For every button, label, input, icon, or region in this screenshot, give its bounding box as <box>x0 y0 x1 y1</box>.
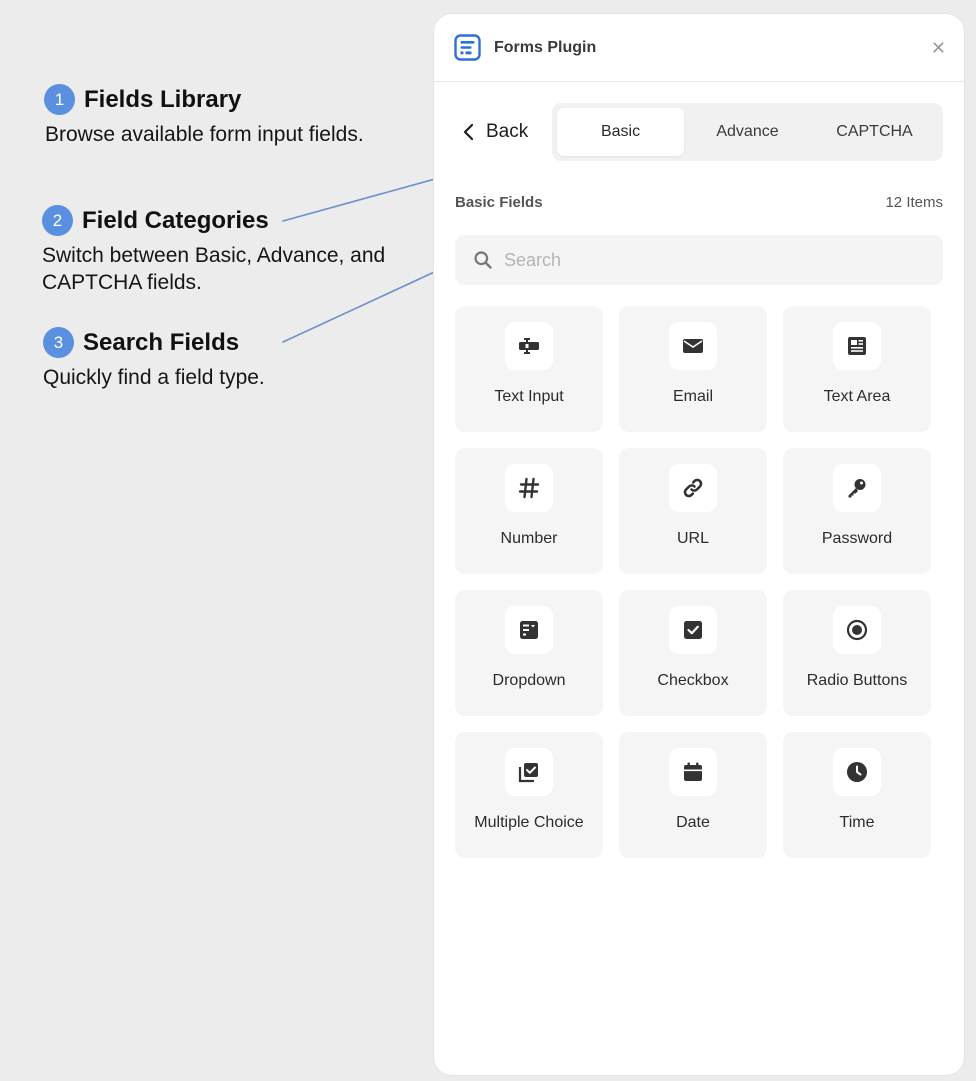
field-label: Text Area <box>823 388 891 405</box>
forms-plugin-panel: Forms Plugin ✕ Back Basic Advance CAPTCH… <box>434 14 964 1075</box>
screen: 1 Fields Library Browse available form i… <box>0 0 976 1081</box>
section-title: Basic Fields <box>455 193 543 211</box>
annotation-search-fields: 3 Search Fields Quickly find a field typ… <box>43 327 363 391</box>
clock-icon <box>833 748 881 796</box>
annotation-description: Switch between Basic, Advance, and CAPTC… <box>42 244 386 294</box>
field-card-dropdown[interactable]: Dropdown <box>455 590 603 716</box>
field-label: Time <box>839 814 875 831</box>
field-label: Date <box>676 814 710 831</box>
field-card-date[interactable]: Date <box>619 732 767 858</box>
item-count: 12 Items <box>885 193 943 211</box>
step-badge: 2 <box>42 205 73 236</box>
back-button[interactable]: Back <box>455 121 552 143</box>
field-label: Number <box>500 530 558 547</box>
field-card-text-area[interactable]: Text Area <box>783 306 931 432</box>
field-card-multiple-choice[interactable]: Multiple Choice <box>455 732 603 858</box>
search-input[interactable] <box>504 249 884 271</box>
field-card-radio-buttons[interactable]: Radio Buttons <box>783 590 931 716</box>
field-label: Radio Buttons <box>806 672 908 689</box>
field-card-url[interactable]: URL <box>619 448 767 574</box>
category-tabs: Basic Advance CAPTCHA <box>552 103 943 161</box>
chevron-left-icon <box>463 123 474 141</box>
field-label: Email <box>672 388 713 405</box>
hash-icon <box>505 464 553 512</box>
back-label: Back <box>486 121 529 142</box>
multiple-choice-icon <box>505 748 553 796</box>
radio-icon <box>833 606 881 654</box>
search-icon <box>474 251 492 269</box>
panel-header: Forms Plugin ✕ <box>434 14 964 82</box>
field-card-password[interactable]: Password <box>783 448 931 574</box>
close-icon[interactable]: ✕ <box>931 39 946 57</box>
step-badge: 3 <box>43 327 74 358</box>
field-label: Multiple Choice <box>474 814 584 831</box>
field-label: Password <box>821 530 893 547</box>
calendar-icon <box>669 748 717 796</box>
annotation-title: Search Fields <box>83 328 240 356</box>
field-card-number[interactable]: Number <box>455 448 603 574</box>
annotation-description: Browse available form input fields. <box>45 123 364 146</box>
annotation-title: Field Categories <box>82 206 269 234</box>
text-area-icon <box>833 322 881 370</box>
step-badge: 1 <box>44 84 75 115</box>
annotation-title: Fields Library <box>84 85 242 113</box>
tab-captcha[interactable]: CAPTCHA <box>811 108 938 156</box>
field-card-email[interactable]: Email <box>619 306 767 432</box>
annotation-description: Quickly find a field type. <box>43 366 265 389</box>
link-icon <box>669 464 717 512</box>
category-nav: Back Basic Advance CAPTCHA <box>455 103 943 161</box>
field-grid: Text Input Email Text Area Number URL Pa… <box>455 306 964 858</box>
dropdown-icon <box>505 606 553 654</box>
tab-basic[interactable]: Basic <box>557 108 684 156</box>
annotation-header: 3 Search Fields <box>43 327 363 358</box>
email-icon <box>669 322 717 370</box>
forms-logo-icon <box>453 33 482 62</box>
field-card-checkbox[interactable]: Checkbox <box>619 590 767 716</box>
field-label: Dropdown <box>492 672 566 689</box>
key-icon <box>833 464 881 512</box>
field-card-time[interactable]: Time <box>783 732 931 858</box>
annotation-field-categories: 2 Field Categories Switch between Basic,… <box>42 205 402 296</box>
field-label: Checkbox <box>657 672 729 689</box>
tab-advance[interactable]: Advance <box>684 108 811 156</box>
text-input-icon <box>505 322 553 370</box>
field-label: Text Input <box>494 388 564 405</box>
annotation-fields-library: 1 Fields Library Browse available form i… <box>44 84 364 148</box>
field-card-text-input[interactable]: Text Input <box>455 306 603 432</box>
annotation-header: 2 Field Categories <box>42 205 402 236</box>
search-bar <box>455 235 943 285</box>
panel-title: Forms Plugin <box>494 38 597 56</box>
annotation-header: 1 Fields Library <box>44 84 364 115</box>
checkbox-icon <box>669 606 717 654</box>
section-header: Basic Fields 12 Items <box>455 192 943 212</box>
field-label: URL <box>676 530 709 547</box>
